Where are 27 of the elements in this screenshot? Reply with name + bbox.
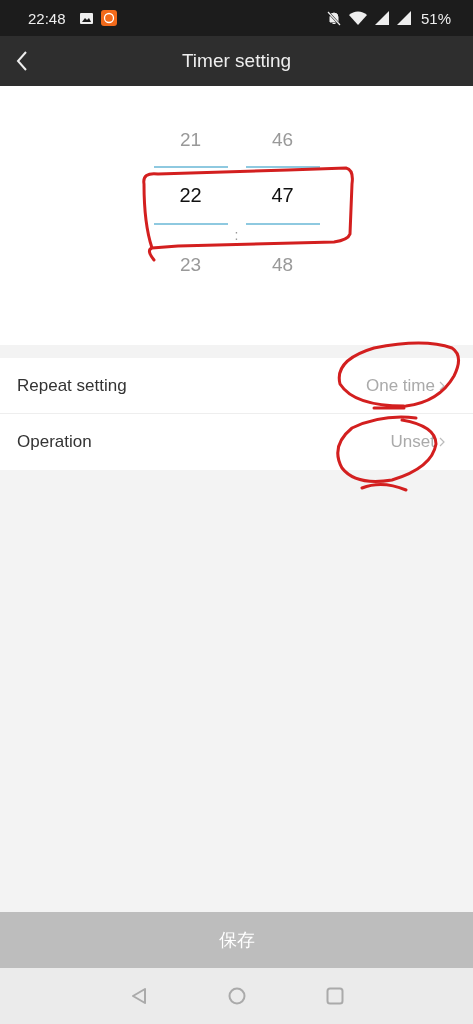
screen-title: Timer setting <box>181 50 292 72</box>
home-icon[interactable] <box>227 987 246 1005</box>
setting-label: Repeat setting <box>17 375 128 396</box>
battery-level: 51% <box>420 9 451 27</box>
picker-option[interactable]: 48 <box>271 251 294 279</box>
settings-row[interactable]: Operation Unset <box>0 414 473 470</box>
setting-label: Operation <box>17 432 93 452</box>
app-icon <box>100 10 117 26</box>
signal-icon <box>396 11 411 25</box>
settings-row[interactable]: Repeat setting One time <box>0 358 473 414</box>
setting-value: Unset <box>390 432 435 452</box>
wifi-icon <box>348 11 367 25</box>
picker-option[interactable]: 21 <box>179 126 202 154</box>
back-icon[interactable] <box>16 51 28 71</box>
chevron-icon <box>439 380 445 391</box>
recents-icon[interactable] <box>325 987 344 1005</box>
picker-value[interactable]: 47 <box>271 168 294 223</box>
time-separator: : <box>233 227 240 243</box>
bell-off-icon <box>326 10 341 26</box>
chevron-icon <box>439 437 445 447</box>
picker-option[interactable]: 46 <box>271 126 294 154</box>
picker-option[interactable]: 23 <box>179 251 202 279</box>
image-icon <box>79 12 93 24</box>
setting-value: One time <box>366 375 435 396</box>
picker-value[interactable]: 22 <box>179 168 202 223</box>
signal-icon <box>374 11 389 25</box>
status-time: 22:48 <box>28 9 66 27</box>
